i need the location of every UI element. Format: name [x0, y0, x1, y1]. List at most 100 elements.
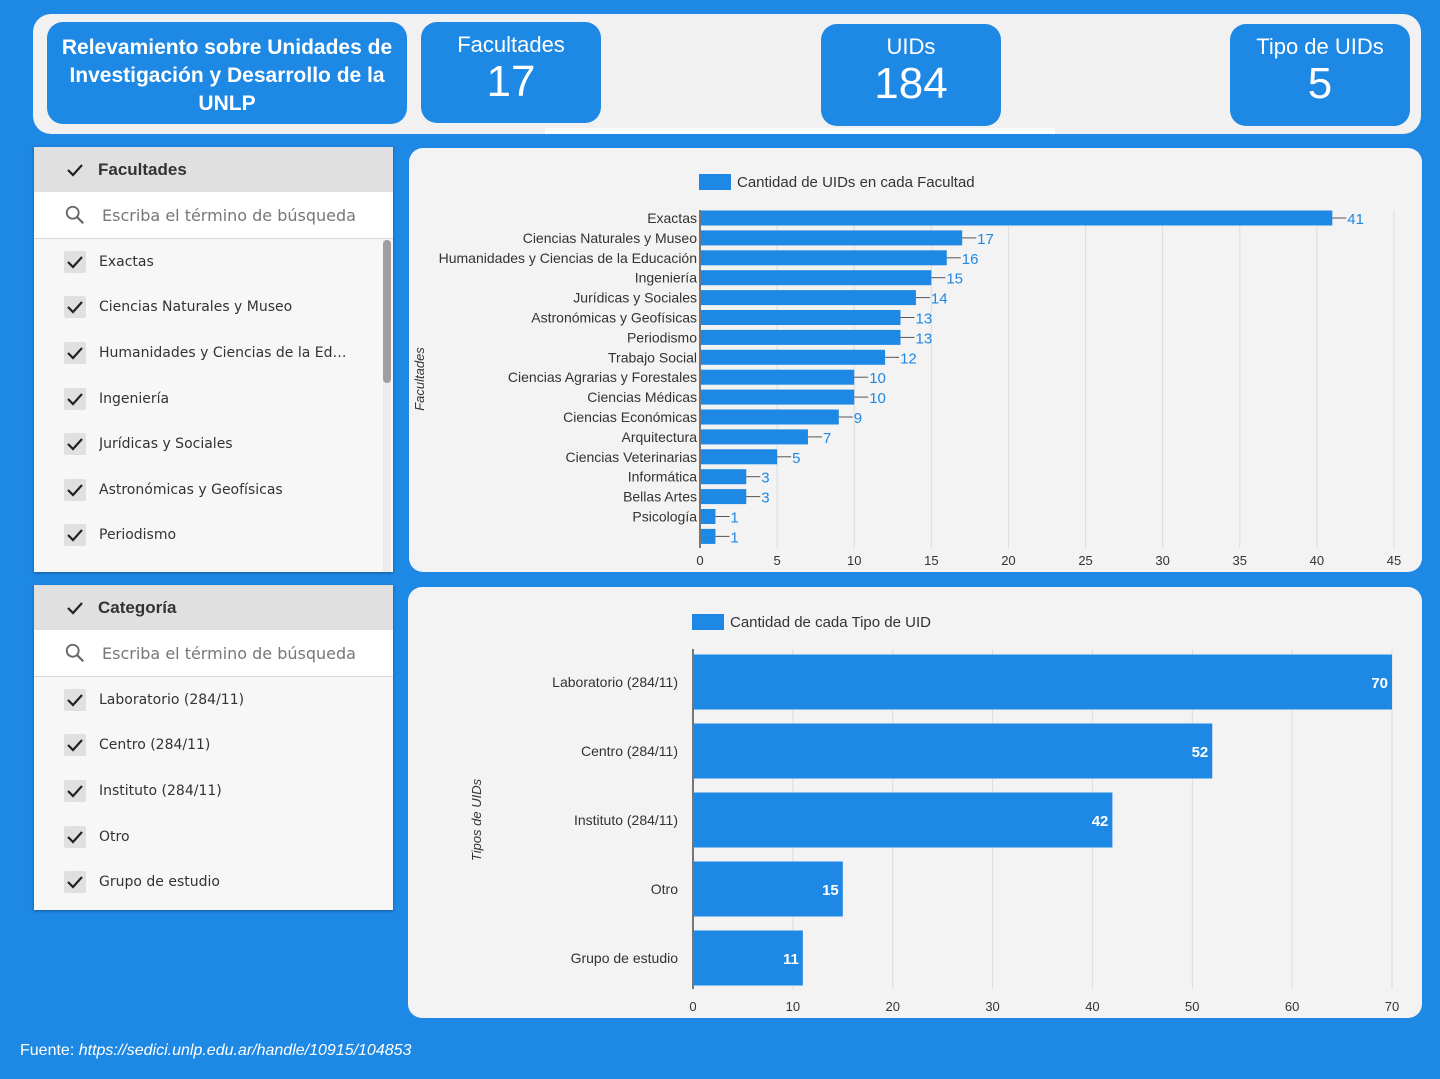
check-icon[interactable] [64, 524, 86, 547]
x-tick-label: 30 [985, 999, 999, 1014]
data-label: 3 [761, 490, 769, 507]
data-label: 17 [977, 231, 994, 248]
bar [694, 723, 1213, 779]
x-tick-label: 45 [1387, 553, 1401, 568]
data-label: 42 [1092, 813, 1109, 830]
check-icon[interactable] [64, 387, 86, 410]
filter-option-label: Ciencias Naturales y Museo [99, 299, 293, 316]
facultades-search [34, 192, 393, 239]
check-icon[interactable] [64, 158, 86, 181]
filter-option[interactable]: Otro [34, 814, 393, 860]
check-icon[interactable] [64, 779, 86, 802]
category-label: Ciencias Económicas [563, 409, 697, 425]
facultades-options-list: Exactas Ciencias Naturales y Museo Humanid… [34, 239, 393, 558]
source-link[interactable]: https://sedici.unlp.edu.ar/handle/10915/… [79, 1042, 412, 1059]
x-tick-label: 25 [1078, 553, 1092, 568]
categoria-filter-title: Categoría [98, 597, 177, 617]
filter-option[interactable]: Ingeniería [34, 376, 393, 422]
bar [701, 210, 1333, 226]
check-icon[interactable] [64, 734, 86, 757]
check-icon[interactable] [64, 596, 86, 619]
category-label: Psicología [632, 509, 697, 525]
category-label: Arquitectura [622, 429, 698, 445]
check-icon[interactable] [64, 433, 86, 456]
data-label: 10 [869, 390, 886, 407]
tipo-chart-card: 0 10 20 30 40 50 60 70 Cantidad de cada Tipo de … [408, 587, 1422, 1018]
bar [701, 290, 916, 306]
bar [701, 369, 855, 385]
category-label: Jurídicas y Sociales [573, 290, 697, 306]
categoria-select-all[interactable]: Categoría [34, 585, 393, 630]
data-label: 9 [854, 410, 862, 427]
filter-option[interactable]: Humanidades y Ciencias de la Educ... [34, 330, 393, 376]
category-label: Humanidades y Ciencias de la Educación [439, 250, 697, 266]
kpi-uids-value: 184 [874, 59, 948, 108]
check-icon[interactable] [64, 296, 86, 319]
check-icon[interactable] [64, 478, 86, 501]
y-axis-title: Facultades [412, 347, 427, 411]
scrollbar-thumb[interactable] [383, 240, 391, 383]
category-label: Ingeniería [635, 270, 697, 286]
filter-option[interactable]: Centro (284/11) [34, 723, 393, 769]
report-title-box: Relevamiento sobre Unidades de Investiga… [47, 22, 407, 124]
category-label: Ciencias Naturales y Museo [523, 230, 698, 246]
data-label: 16 [962, 251, 979, 268]
bar [701, 528, 716, 544]
category-label: Otro [651, 881, 678, 897]
check-icon[interactable] [64, 688, 86, 711]
bar [701, 310, 901, 325]
filter-option[interactable]: Astronómicas y Geofísicas [34, 467, 393, 513]
facultades-select-all[interactable]: Facultades [34, 147, 393, 192]
bar [701, 429, 808, 445]
filter-option[interactable]: Laboratorio (284/11) [34, 677, 393, 723]
filter-option[interactable]: Periodismo [34, 513, 393, 559]
category-label: Ciencias Agrarias y Forestales [508, 369, 697, 385]
filter-option[interactable]: Jurídicas y Sociales [34, 421, 393, 467]
filter-option-label: Exactas [99, 253, 154, 270]
facultades-scrollbar[interactable] [383, 240, 391, 572]
bar [694, 654, 1392, 710]
categoria-search [34, 630, 393, 677]
data-label: 15 [822, 882, 839, 899]
kpi-facultades: Facultades 17 [421, 22, 601, 123]
data-label: 1 [730, 510, 738, 527]
filter-option[interactable]: Instituto (284/11) [34, 768, 393, 814]
check-icon[interactable] [64, 871, 86, 894]
filter-option-label: Jurídicas y Sociales [99, 436, 233, 453]
x-tick-label: 5 [773, 553, 780, 568]
facultades-search-input[interactable] [100, 204, 384, 226]
x-tick-label: 0 [689, 999, 696, 1014]
data-label: 15 [946, 271, 963, 288]
data-label: 1 [730, 529, 738, 546]
x-tick-label: 30 [1155, 553, 1169, 568]
filter-option[interactable]: Ciencias Naturales y Museo [34, 285, 393, 331]
data-label: 52 [1192, 744, 1209, 761]
bar [701, 469, 747, 485]
x-tick-label: 40 [1310, 553, 1324, 568]
bar [701, 329, 901, 345]
x-tick-label: 50 [1185, 999, 1199, 1014]
category-label: Exactas [647, 210, 697, 226]
data-label: 10 [869, 370, 886, 387]
check-icon[interactable] [64, 825, 86, 848]
bar [701, 409, 839, 425]
bar [701, 230, 963, 246]
search-icon [65, 643, 85, 663]
check-icon[interactable] [64, 341, 86, 364]
filter-option-label: Astronómicas y Geofísicas [99, 481, 283, 498]
x-tick-label: 15 [924, 553, 938, 568]
bar [701, 489, 747, 505]
source-label: Fuente: [20, 1042, 75, 1059]
filter-option[interactable]: Exactas [34, 239, 393, 285]
filter-option-label: Laboratorio (284/11) [99, 691, 245, 708]
data-label: 70 [1371, 675, 1388, 692]
filter-option[interactable]: Grupo de estudio [34, 859, 393, 905]
filter-option-label: Instituto (284/11) [99, 782, 222, 799]
check-icon[interactable] [64, 250, 86, 273]
x-tick-label: 60 [1285, 999, 1299, 1014]
categoria-search-input[interactable] [100, 642, 384, 664]
bar [701, 389, 855, 405]
search-icon [65, 205, 85, 225]
legend-label: Cantidad de cada Tipo de UID [730, 614, 931, 631]
category-label: Grupo de estudio [571, 950, 679, 966]
